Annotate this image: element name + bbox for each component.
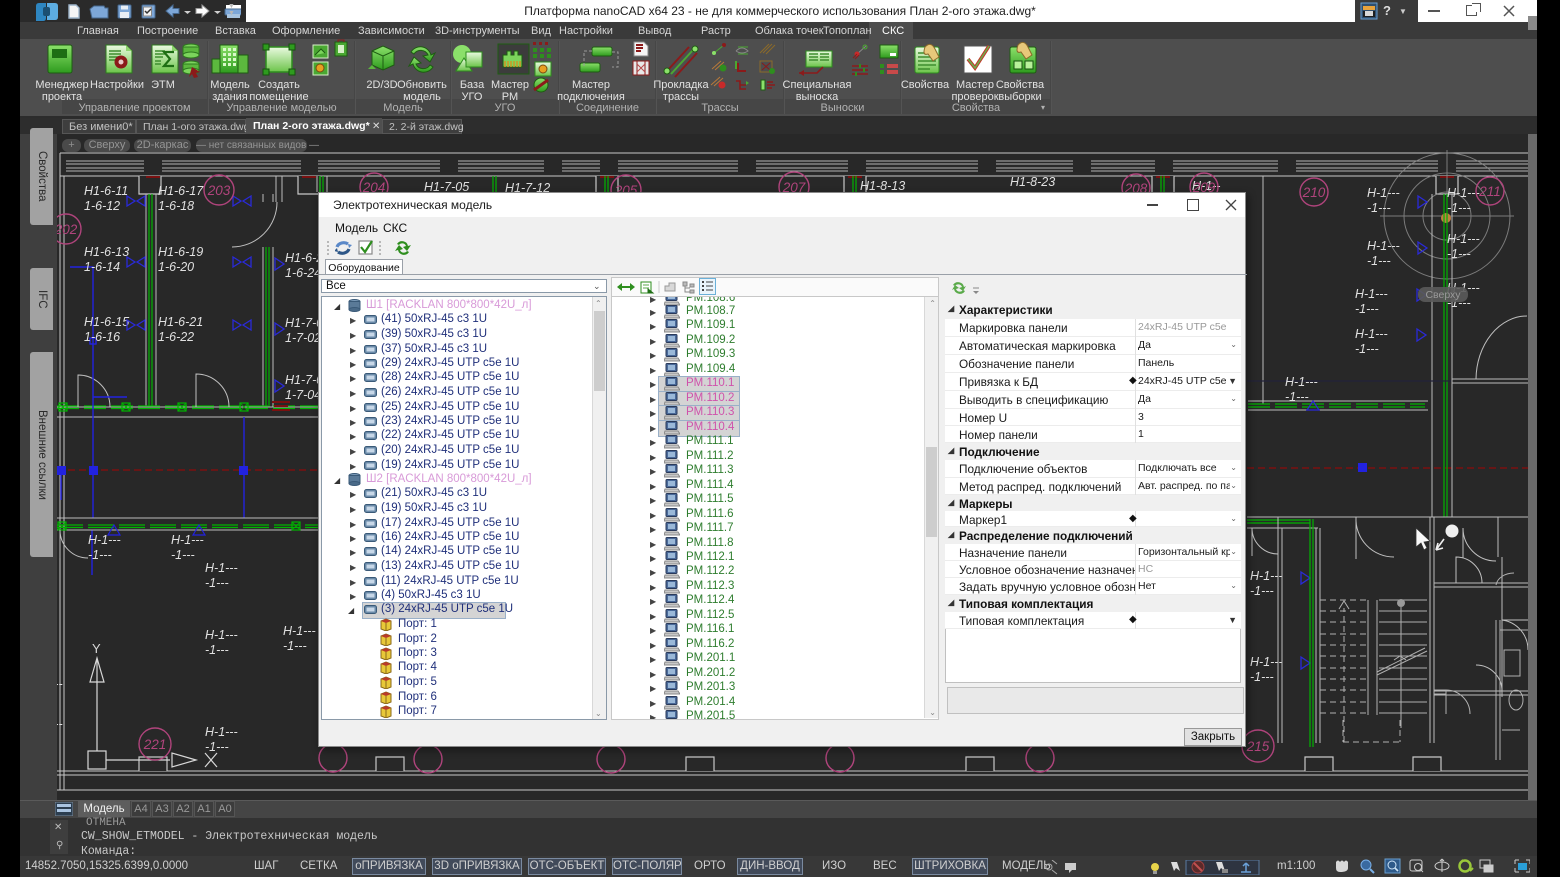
- svg-text:202: 202: [57, 222, 78, 237]
- svg-text:-1---: -1---: [171, 548, 195, 562]
- svg-text:H-1---: H-1---: [88, 533, 121, 547]
- svg-text:211: 211: [1478, 184, 1501, 199]
- svg-text:1-6-12: 1-6-12: [84, 199, 120, 213]
- svg-text:H-1---: H-1---: [1355, 287, 1388, 301]
- svg-text:-1---: -1---: [1367, 254, 1391, 268]
- svg-text:H-1---: H-1---: [1367, 186, 1400, 200]
- svg-text:H-1---: H-1---: [283, 624, 316, 638]
- svg-text:-1---: -1---: [1447, 247, 1471, 261]
- svg-text:-1---: -1---: [1367, 201, 1391, 215]
- svg-text:-1---: -1---: [1250, 584, 1274, 598]
- svg-text:1-7-04: 1-7-04: [285, 388, 321, 402]
- svg-text:-1---: -1---: [88, 548, 112, 562]
- svg-text:1-6-18: 1-6-18: [158, 199, 194, 213]
- svg-text:215: 215: [1246, 739, 1270, 754]
- svg-text:1-7-02: 1-7-02: [285, 331, 321, 345]
- svg-text:H-1---: H-1---: [1285, 375, 1318, 389]
- svg-text:-1---: -1---: [1355, 302, 1379, 316]
- svg-text:Y: Y: [92, 641, 101, 656]
- svg-text:H1-6-13: H1-6-13: [84, 245, 129, 259]
- svg-text:H1-6-19: H1-6-19: [158, 245, 203, 259]
- svg-text:H1-8-23: H1-8-23: [1010, 175, 1055, 189]
- svg-text:Сверху: Сверху: [1425, 289, 1461, 301]
- svg-text:H-1---: H-1---: [1447, 232, 1480, 246]
- svg-text:H1-6-17: H1-6-17: [158, 184, 204, 198]
- svg-text:210: 210: [1302, 185, 1326, 200]
- svg-text:1-6-20: 1-6-20: [158, 260, 194, 274]
- svg-text:H1-8-13: H1-8-13: [860, 179, 905, 193]
- svg-text:H-1---: H-1---: [57, 717, 63, 731]
- svg-text:H-1---: H-1---: [205, 725, 238, 739]
- svg-text:203: 203: [207, 183, 231, 198]
- svg-text:-1---: -1---: [205, 643, 229, 657]
- svg-text:1-6-16: 1-6-16: [84, 330, 120, 344]
- svg-text:H1-6-15: H1-6-15: [84, 315, 129, 329]
- svg-text:1-6-14: 1-6-14: [84, 260, 120, 274]
- svg-text:H-1---: H-1---: [205, 561, 238, 575]
- svg-text:H-1---: H-1---: [1355, 327, 1388, 341]
- svg-text:H-1---: H-1---: [57, 677, 63, 691]
- svg-text:-1---: -1---: [1447, 201, 1471, 215]
- svg-text:H-1---: H-1---: [1367, 239, 1400, 253]
- svg-text:-1---: -1---: [283, 639, 307, 653]
- svg-text:H1-6-11: H1-6-11: [84, 184, 128, 198]
- svg-text:H-1---: H-1---: [205, 628, 238, 642]
- svg-text:221: 221: [143, 737, 167, 752]
- svg-text:-1---: -1---: [1285, 390, 1309, 404]
- svg-text:1-6-24: 1-6-24: [285, 266, 321, 280]
- svg-text:H-1---: H-1---: [1447, 186, 1480, 200]
- svg-text:-1---: -1---: [205, 740, 229, 754]
- svg-text:-1---: -1---: [1355, 342, 1379, 356]
- svg-text:H-1---: H-1---: [171, 533, 204, 547]
- svg-text:-1---: -1---: [1250, 670, 1274, 684]
- svg-text:-1---: -1---: [205, 576, 229, 590]
- svg-text:1-6-22: 1-6-22: [158, 330, 194, 344]
- svg-text:H1-6-21: H1-6-21: [158, 315, 203, 329]
